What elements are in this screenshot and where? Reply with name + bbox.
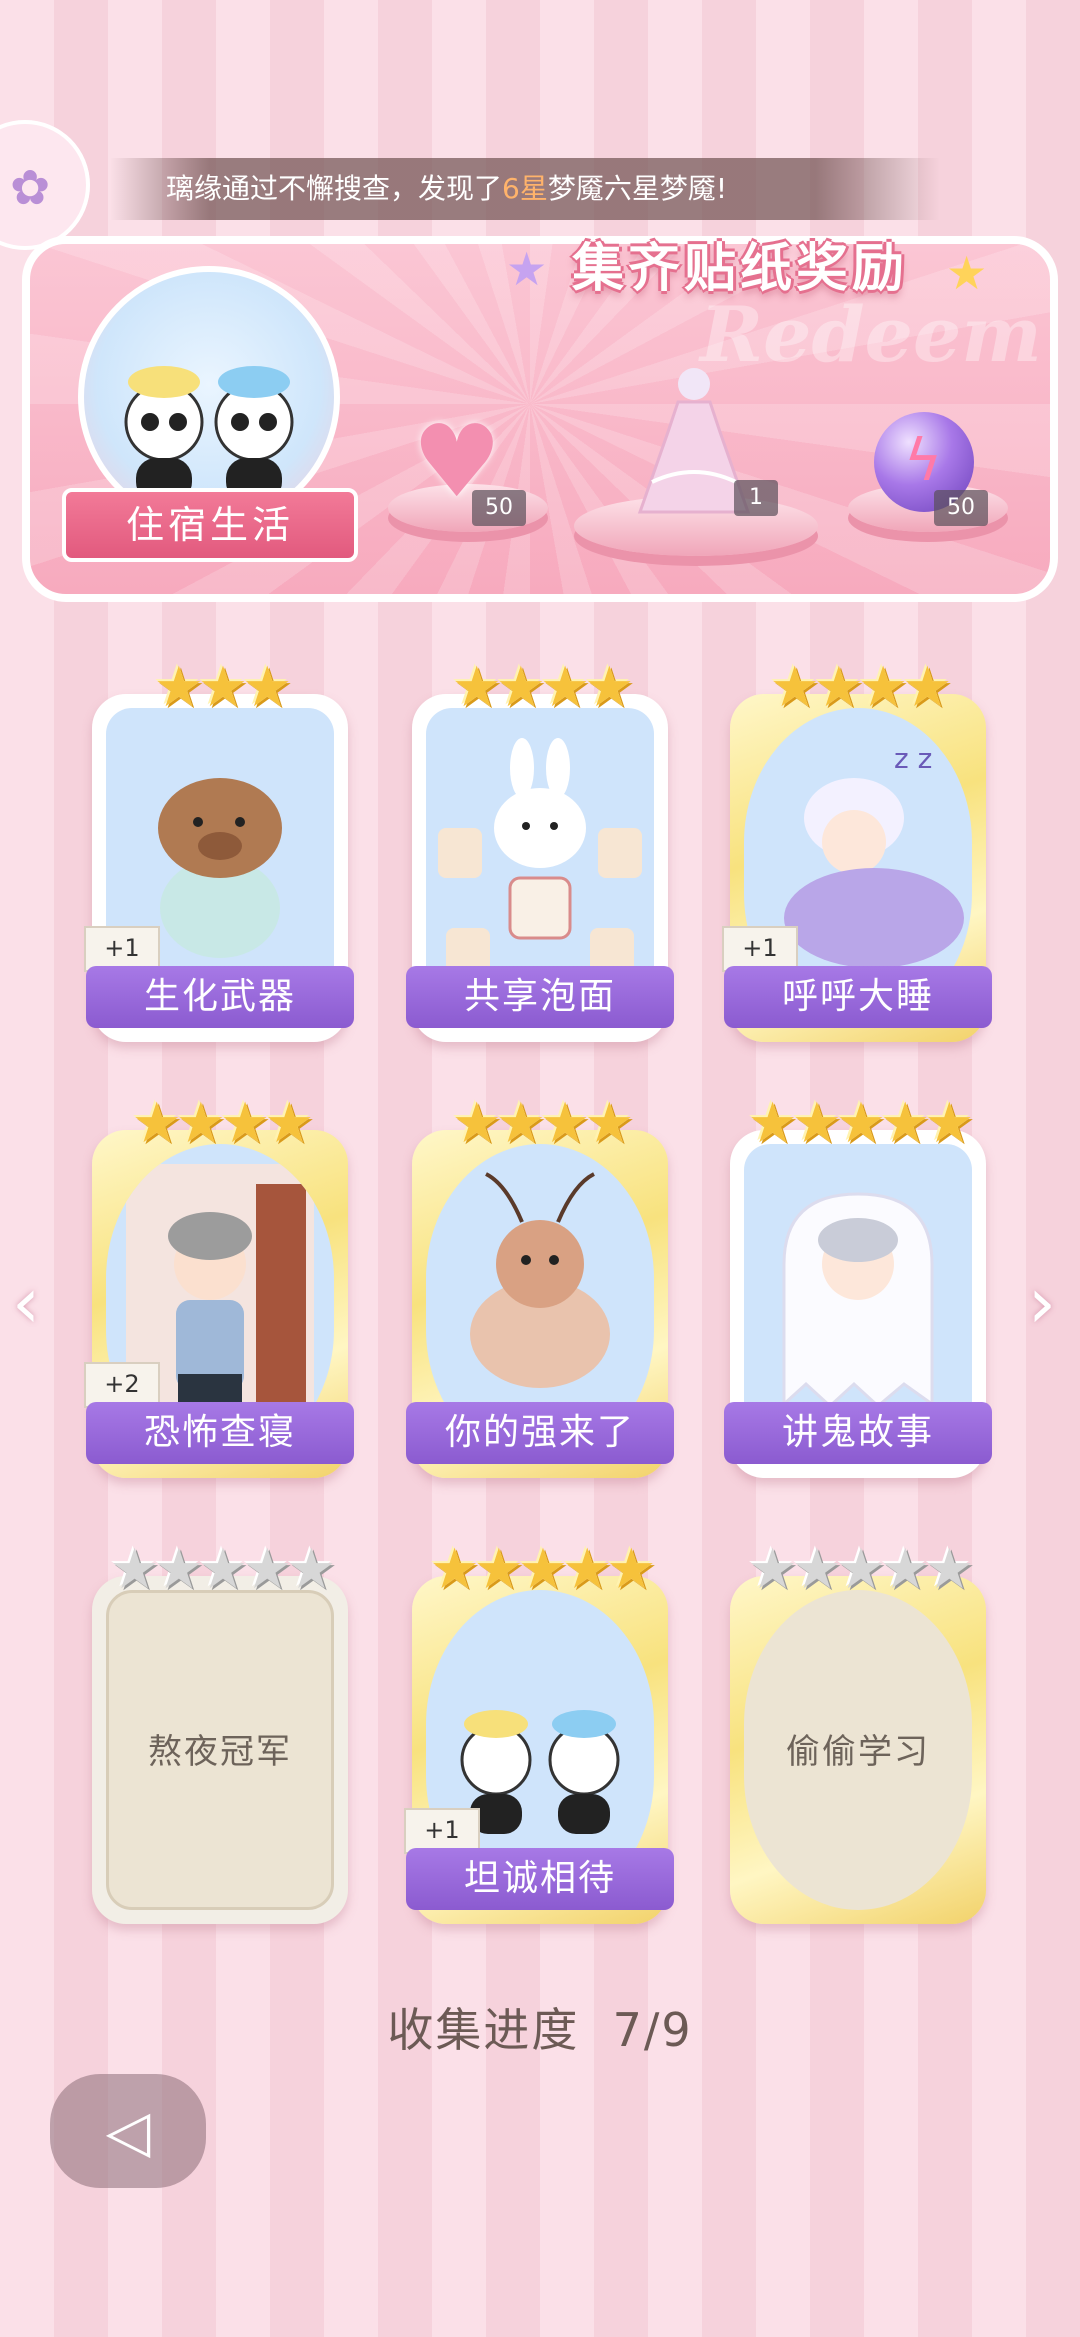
collection-progress: 收集进度 7/9 — [0, 1994, 1080, 2060]
sticker-card[interactable]: ★★★★ z z +1 呼呼大睡 — [722, 658, 992, 1042]
back-arrow-icon: ◁ — [105, 2097, 151, 2165]
progress-label: 收集进度 — [387, 2003, 580, 2057]
flower-icon: ✿ — [10, 160, 51, 216]
reward-quantity: 50 — [934, 490, 988, 526]
reward-quantity: 50 — [472, 490, 526, 526]
reward-panel-title: 集齐贴纸奖励 — [571, 239, 908, 299]
next-page-arrow-icon[interactable]: › — [1028, 1262, 1056, 1344]
set-name-ribbon: 住宿生活 — [62, 488, 358, 562]
sticker-card[interactable]: ★★★★ 共享泡面 — [406, 658, 674, 1042]
announcement-marquee: 璃缘通过不懈搜查，发现了6星梦魇六星梦魇! — [110, 158, 940, 220]
sticker-label: 你的强来了 — [406, 1402, 674, 1464]
sticker-card[interactable]: ★★★ +1 生化武器 — [84, 658, 354, 1042]
sticker-label: 偷偷学习 — [786, 1732, 930, 1772]
svg-text:z z: z z — [894, 742, 932, 775]
sticker-label: 呼呼大睡 — [724, 966, 992, 1028]
sticker-label: 共享泡面 — [406, 966, 674, 1028]
progress-value: 7/9 — [612, 2003, 693, 2057]
sticker-label: 坦诚相待 — [406, 1848, 674, 1910]
announcement-highlight: 6星 — [502, 172, 548, 205]
sticker-card[interactable]: ★★★★★ 讲鬼故事 — [724, 1094, 992, 1478]
corner-flower-decoration: ✿ — [0, 120, 90, 250]
panda-pair-illustration — [124, 366, 294, 502]
gold-star-icon: ★ — [946, 246, 988, 300]
sticker-card[interactable]: ★★★★ 你的强来了 — [406, 1094, 674, 1478]
sticker-card[interactable]: ★★★★★ +1 坦诚相待 — [404, 1540, 674, 1924]
sticker-label: 生化武器 — [86, 966, 354, 1028]
reward-quantity: 1 — [734, 480, 778, 516]
sticker-card[interactable]: ★★★★ +2 恐怖查寝 — [84, 1094, 354, 1478]
announcement-prefix: 璃缘通过不懈搜查，发现了 — [166, 172, 503, 205]
sticker-label: 熬夜冠军 — [148, 1732, 292, 1772]
sticker-card-locked[interactable]: ★★★★★ 偷偷学习 — [730, 1540, 986, 1924]
prev-page-arrow-icon[interactable]: ‹ — [12, 1262, 40, 1344]
sticker-card-locked[interactable]: ★★★★★ 熬夜冠军 — [92, 1540, 348, 1924]
announcement-suffix: 梦魇六星梦魇! — [547, 172, 728, 205]
sticker-label: 恐怖查寝 — [86, 1402, 354, 1464]
back-button[interactable]: ◁ — [50, 2074, 206, 2188]
sticker-label: 讲鬼故事 — [724, 1402, 992, 1464]
